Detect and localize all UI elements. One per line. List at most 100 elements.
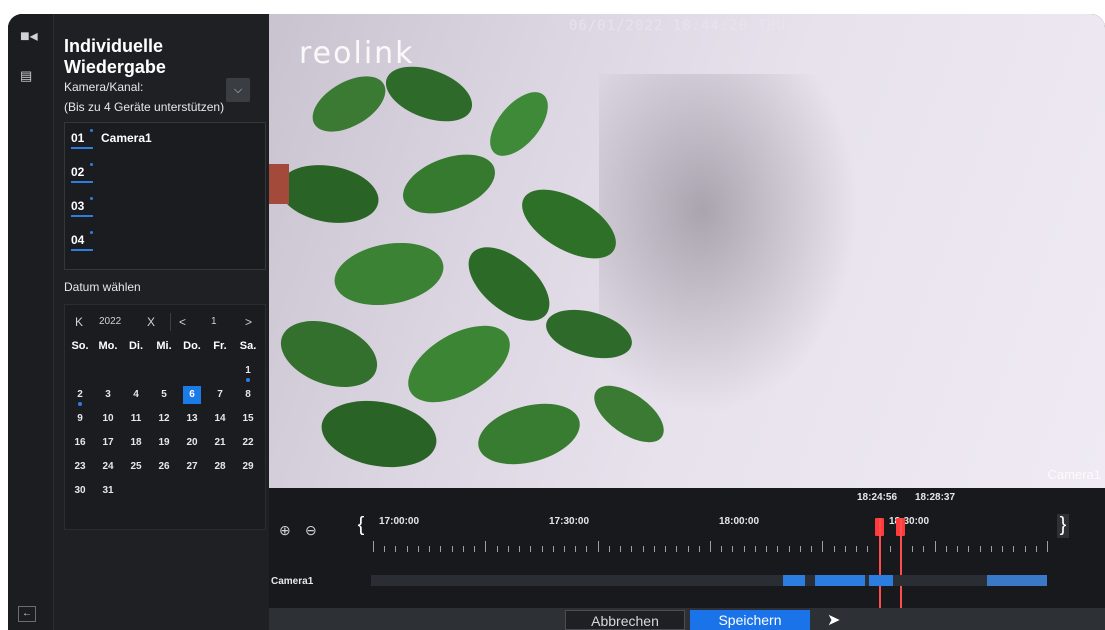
timeline-tick (856, 546, 858, 552)
recording-segment[interactable] (869, 575, 893, 586)
timeline-tick (968, 546, 970, 552)
calendar-day[interactable]: 1 (235, 365, 261, 382)
save-button[interactable]: Speichern (690, 610, 810, 630)
timeline-tick (743, 546, 745, 552)
timeline-tick (631, 546, 633, 552)
panel-title: Individuelle Wiedergabe (64, 36, 166, 77)
timeline-tick (676, 546, 678, 552)
calendar-day[interactable]: 11 (123, 413, 149, 424)
video-camera-label: Camera1 (1047, 467, 1101, 482)
channel-list: 01 Camera1 02 03 04 (64, 122, 266, 270)
timeline-tick (945, 546, 947, 552)
channel-item[interactable]: 04 (71, 231, 93, 251)
calendar-day[interactable]: 12 (151, 413, 177, 424)
year-prev-button[interactable]: K (75, 315, 83, 329)
calendar-day[interactable]: 27 (179, 461, 205, 472)
calendar-day[interactable]: 9 (67, 413, 93, 424)
timeline-tick (586, 546, 588, 552)
calendar-day[interactable]: 16 (67, 437, 93, 448)
chevron-down-icon[interactable]: ⌵ (226, 78, 250, 102)
calendar-day[interactable]: 22 (235, 437, 261, 448)
timeline-tick (519, 546, 521, 552)
timeline-tick (462, 546, 464, 552)
timeline-tick (1013, 546, 1015, 552)
timeline-tick (766, 546, 768, 552)
timeline-tick (1024, 546, 1026, 552)
calendar-day[interactable]: 4 (123, 389, 149, 400)
timeline-tick (417, 546, 419, 552)
timeline-tick (811, 546, 813, 552)
timeline-tick (575, 546, 577, 552)
timeline-tick (710, 541, 711, 552)
video-view[interactable]: 06/01/2022 18:44:20 THU reolink Camera1 (269, 14, 1105, 488)
month-next-button[interactable]: > (245, 315, 252, 329)
mouse-cursor-icon: ➤ (827, 612, 841, 629)
timeline-left-bracket[interactable]: { (355, 514, 367, 538)
calendar-day[interactable]: 7 (207, 389, 233, 400)
channel-number: 01 (71, 129, 93, 149)
calendar-day[interactable]: 18 (123, 437, 149, 448)
plant-image (269, 66, 664, 468)
marker-time-end: 18:28:37 (915, 492, 956, 503)
channel-item[interactable]: 03 (71, 197, 93, 217)
recording-segment[interactable] (815, 575, 865, 586)
calendar-day[interactable]: 5 (151, 389, 177, 400)
calendar-day[interactable]: 8 (235, 389, 261, 400)
calendar-day[interactable]: 14 (207, 413, 233, 424)
start-marker-line (879, 518, 881, 608)
recording-segment[interactable] (987, 575, 1047, 586)
timeline-tick (1035, 546, 1037, 552)
timeline-tick (451, 546, 453, 552)
calendar-day[interactable]: 26 (151, 461, 177, 472)
calendar-day[interactable]: 17 (95, 437, 121, 448)
calendar-day[interactable]: 24 (95, 461, 121, 472)
calendar-divider (170, 313, 171, 331)
weekday-label: Mo. (98, 340, 118, 352)
calendar-day[interactable]: 31 (95, 485, 121, 496)
timeline-tick (440, 546, 442, 552)
weekday-label: So. (71, 340, 89, 352)
timeline-tick (844, 546, 846, 552)
reolink-logo: reolink (299, 36, 415, 71)
recording-track[interactable] (371, 575, 1047, 586)
calendar-day[interactable]: 10 (95, 413, 121, 424)
cancel-button[interactable]: Abbrechen (565, 610, 685, 630)
calendar-day[interactable]: 13 (179, 413, 205, 424)
calendar-day[interactable]: 23 (67, 461, 93, 472)
end-marker-line (900, 518, 902, 608)
recording-segment[interactable] (783, 575, 805, 586)
timeline-tick (1047, 541, 1048, 552)
calendar-day[interactable]: 21 (207, 437, 233, 448)
calendar-day[interactable]: 19 (151, 437, 177, 448)
calendar-day[interactable]: 6 (183, 386, 201, 404)
timeline-tick (373, 541, 374, 552)
timeline-tick (698, 546, 700, 552)
calendar-day[interactable]: 20 (179, 437, 205, 448)
timeline-tick (833, 546, 835, 552)
calendar-day[interactable]: 3 (95, 389, 121, 400)
marker-time-start: 18:24:56 (857, 492, 898, 503)
timeline-tick (485, 541, 487, 552)
channel-item[interactable]: 01 Camera1 (71, 129, 152, 149)
timeline-right-bracket[interactable]: } (1057, 514, 1069, 538)
calendar-day[interactable]: 30 (67, 485, 93, 496)
timeline-tick (507, 546, 509, 552)
year-next-button[interactable]: X (147, 315, 155, 329)
timeline-tick (620, 546, 622, 552)
calendar-day[interactable]: 2 (67, 389, 93, 406)
timeline-tick (406, 546, 408, 552)
calendar-day[interactable]: 25 (123, 461, 149, 472)
channel-item[interactable]: 02 (71, 163, 93, 183)
calendar-day[interactable]: 29 (235, 461, 261, 472)
zoom-out-icon[interactable]: ⊖ (305, 522, 317, 539)
calendar-day[interactable]: 15 (235, 413, 261, 424)
month-prev-button[interactable]: < (179, 315, 186, 329)
zoom-in-icon[interactable]: ⊕ (279, 522, 291, 539)
filmstrip-icon[interactable]: ▤ (20, 68, 32, 84)
arrow-left-icon[interactable]: ← (18, 606, 36, 622)
timeline-tick (429, 546, 431, 552)
video-camera-icon[interactable]: ■◂ (20, 26, 38, 46)
timeline-tick (912, 546, 914, 552)
calendar-day[interactable]: 28 (207, 461, 233, 472)
weekday-label: Mi. (156, 340, 172, 352)
